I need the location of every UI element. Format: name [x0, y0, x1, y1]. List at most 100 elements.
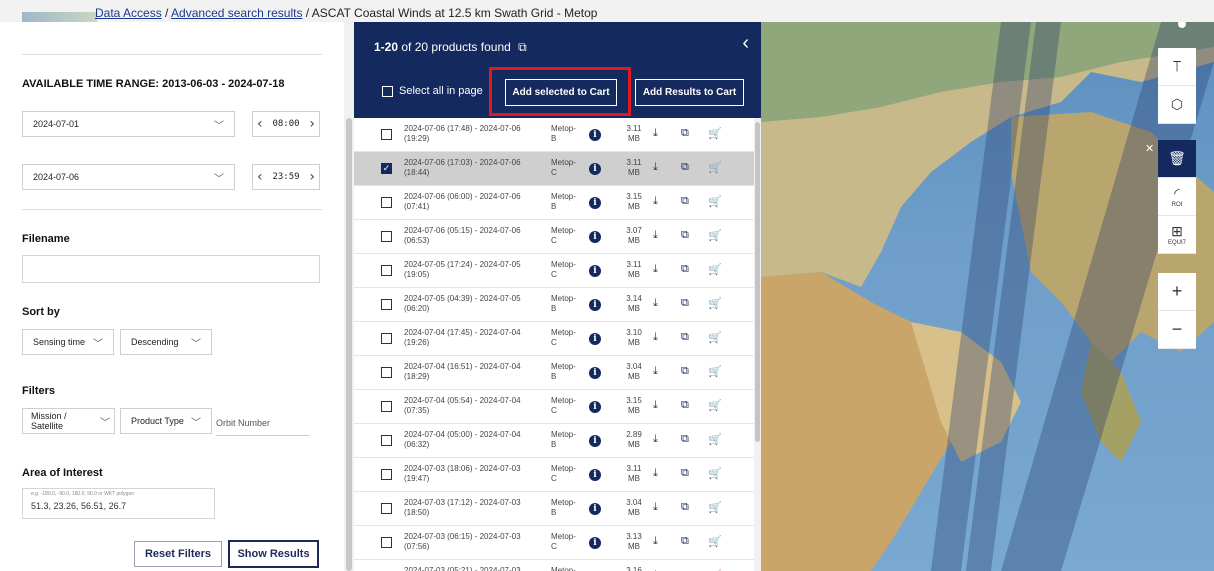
- info-icon[interactable]: i: [589, 299, 601, 311]
- result-row[interactable]: 2024-07-04 (05:00) - 2024-07-04 (06:32) Me…: [354, 424, 754, 458]
- row-checkbox[interactable]: [381, 265, 392, 276]
- info-icon[interactable]: i: [589, 231, 601, 243]
- download-icon[interactable]: ⤓: [653, 263, 658, 276]
- info-icon[interactable]: i: [589, 469, 601, 481]
- collection-icon[interactable]: ⧉: [681, 501, 689, 514]
- result-row[interactable]: 2024-07-05 (17:24) - 2024-07-05 (19:05) Me…: [354, 254, 754, 288]
- collection-icon[interactable]: ⧉: [681, 433, 689, 446]
- result-row[interactable]: 2024-07-04 (16:51) - 2024-07-04 (18:29) Me…: [354, 356, 754, 390]
- collection-icon[interactable]: ⧉: [681, 365, 689, 378]
- cart-icon[interactable]: 🛒: [708, 161, 722, 174]
- info-icon[interactable]: i: [589, 401, 601, 413]
- cart-icon[interactable]: 🛒: [708, 399, 722, 412]
- breadcrumb-data-access[interactable]: Data Access: [95, 6, 162, 20]
- cart-icon[interactable]: 🛒: [708, 297, 722, 310]
- download-icon[interactable]: ⤓: [653, 161, 658, 174]
- map-view[interactable]: [761, 22, 1214, 571]
- collection-icon[interactable]: ⧉: [681, 331, 689, 344]
- collection-icon[interactable]: ⧉: [681, 263, 689, 276]
- result-row[interactable]: 2024-07-06 (06:00) - 2024-07-06 (07:41) Me…: [354, 186, 754, 220]
- result-row[interactable]: 2024-07-03 (06:15) - 2024-07-03 (07:56) Me…: [354, 526, 754, 560]
- start-time-stepper[interactable]: ‹ 08:00 ›: [252, 111, 320, 137]
- row-checkbox[interactable]: [381, 129, 392, 140]
- row-checkbox[interactable]: [381, 401, 392, 412]
- result-row[interactable]: ✓ 2024-07-06 (17:03) - 2024-07-06 (18:44) M…: [354, 152, 754, 186]
- cart-icon[interactable]: 🛒: [708, 535, 722, 548]
- download-icon[interactable]: ⤓: [653, 501, 658, 514]
- collection-icon[interactable]: ⧉: [681, 467, 689, 480]
- show-results-button[interactable]: Show Results: [228, 540, 319, 568]
- aoi-input[interactable]: e.g. -180.0, -90.0, 180.0, 90.0 or WKT p…: [22, 488, 215, 519]
- info-icon[interactable]: i: [589, 367, 601, 379]
- chevron-right-icon[interactable]: ›: [309, 116, 315, 132]
- cart-icon[interactable]: 🛒: [708, 263, 722, 276]
- draw-polygon-button[interactable]: ⬡: [1158, 86, 1196, 124]
- row-checkbox[interactable]: [381, 537, 392, 548]
- roi-button[interactable]: ◜ ROI: [1158, 178, 1196, 216]
- row-checkbox[interactable]: [381, 469, 392, 480]
- collection-icon[interactable]: ⧉: [518, 40, 527, 54]
- mission-select[interactable]: Mission / Satellite ﹀: [22, 408, 115, 434]
- row-checkbox[interactable]: [381, 299, 392, 310]
- filename-input[interactable]: [22, 255, 320, 283]
- result-row[interactable]: 2024-07-04 (17:45) - 2024-07-04 (19:26) Me…: [354, 322, 754, 356]
- row-checkbox[interactable]: ✓: [381, 163, 392, 174]
- info-icon[interactable]: i: [589, 333, 601, 345]
- collapse-panel-icon[interactable]: ‹: [742, 32, 749, 55]
- download-icon[interactable]: ⤓: [653, 195, 658, 208]
- cart-icon[interactable]: 🛒: [708, 501, 722, 514]
- info-icon[interactable]: i: [589, 435, 601, 447]
- cart-icon[interactable]: 🛒: [708, 467, 722, 480]
- row-checkbox[interactable]: [381, 367, 392, 378]
- sort-field-select[interactable]: Sensing time ﹀: [22, 329, 114, 355]
- download-icon[interactable]: ⤓: [653, 297, 658, 310]
- results-scrollbar-thumb[interactable]: [755, 122, 760, 442]
- result-row[interactable]: 2024-07-05 (04:39) - 2024-07-05 (06:20) Me…: [354, 288, 754, 322]
- cart-icon[interactable]: 🛒: [708, 229, 722, 242]
- download-icon[interactable]: ⤓: [653, 331, 658, 344]
- cart-icon[interactable]: 🛒: [708, 433, 722, 446]
- row-checkbox[interactable]: [381, 197, 392, 208]
- cart-icon[interactable]: 🛒: [708, 127, 722, 140]
- info-icon[interactable]: i: [589, 537, 601, 549]
- info-icon[interactable]: i: [589, 129, 601, 141]
- sort-order-select[interactable]: Descending ﹀: [120, 329, 212, 355]
- collection-icon[interactable]: ⧉: [681, 297, 689, 310]
- result-row[interactable]: 2024-07-03 (17:12) - 2024-07-03 (18:50) Me…: [354, 492, 754, 526]
- result-row[interactable]: 2024-07-06 (17:48) - 2024-07-06 (19:29) Me…: [354, 118, 754, 152]
- download-icon[interactable]: ⤓: [653, 535, 658, 548]
- end-date-select[interactable]: 2024-07-06 ﹀: [22, 164, 235, 190]
- collection-icon[interactable]: ⧉: [681, 229, 689, 242]
- filter-scrollbar-thumb[interactable]: [346, 118, 352, 571]
- chevron-left-icon[interactable]: ‹: [257, 169, 263, 185]
- result-row[interactable]: 2024-07-06 (05:15) - 2024-07-06 (06:53) Me…: [354, 220, 754, 254]
- download-icon[interactable]: ⤓: [653, 127, 658, 140]
- reset-filters-button[interactable]: Reset Filters: [134, 541, 222, 567]
- download-icon[interactable]: ⤓: [653, 467, 658, 480]
- chevron-left-icon[interactable]: ‹: [257, 116, 263, 132]
- info-icon[interactable]: i: [589, 265, 601, 277]
- download-icon[interactable]: ⤓: [653, 399, 658, 412]
- cart-icon[interactable]: 🛒: [708, 365, 722, 378]
- info-icon[interactable]: i: [589, 163, 601, 175]
- close-icon[interactable]: ✕: [1145, 142, 1154, 155]
- row-checkbox[interactable]: [381, 333, 392, 344]
- row-checkbox[interactable]: [381, 435, 392, 446]
- collection-icon[interactable]: ⧉: [681, 127, 689, 140]
- start-date-select[interactable]: 2024-07-01 ﹀: [22, 111, 235, 137]
- add-results-to-cart-button[interactable]: Add Results to Cart: [635, 79, 744, 106]
- chevron-right-icon[interactable]: ›: [309, 169, 315, 185]
- result-row[interactable]: 2024-07-03 (05:21) - 2024-07-03Metop-i3.…: [354, 560, 754, 571]
- row-checkbox[interactable]: [381, 503, 392, 514]
- download-icon[interactable]: ⤓: [653, 365, 658, 378]
- measure-tool-button[interactable]: ⟙: [1158, 48, 1196, 86]
- collection-icon[interactable]: ⧉: [681, 399, 689, 412]
- collection-icon[interactable]: ⧉: [681, 535, 689, 548]
- orbit-number-input[interactable]: Orbit Number: [216, 418, 310, 436]
- info-icon[interactable]: i: [589, 503, 601, 515]
- equi7-button[interactable]: ⊞ EQUI7: [1158, 216, 1196, 254]
- info-icon[interactable]: i: [589, 197, 601, 209]
- cart-icon[interactable]: 🛒: [708, 331, 722, 344]
- cart-icon[interactable]: 🛒: [708, 195, 722, 208]
- delete-button[interactable]: 🗑: [1158, 140, 1196, 178]
